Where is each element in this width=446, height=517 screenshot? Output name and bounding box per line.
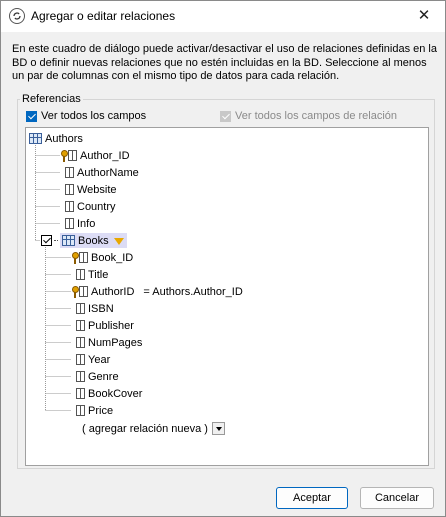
field-authorid[interactable]: AuthorID = Authors.Author_ID	[72, 284, 243, 299]
close-button[interactable]: ✕	[407, 3, 441, 29]
field-icon	[76, 388, 85, 399]
field-icon	[76, 337, 85, 348]
tree-node-books[interactable]: Books	[41, 233, 127, 248]
books-relation-checkbox[interactable]	[41, 235, 52, 246]
field-website[interactable]: Website	[61, 182, 117, 197]
table-icon	[29, 133, 42, 144]
field-label: ISBN	[88, 302, 114, 315]
show-all-fields-check-icon[interactable]	[26, 110, 37, 122]
field-bookcover[interactable]: BookCover	[72, 386, 142, 401]
field-label: Book_ID	[91, 251, 134, 264]
field-info[interactable]: Info	[61, 216, 95, 231]
field-genre[interactable]: Genre	[72, 369, 119, 384]
key-icon	[61, 149, 68, 162]
field-icon	[76, 405, 85, 416]
relation-expression: = Authors.Author_ID	[143, 285, 243, 298]
show-all-fields-checkbox[interactable]: Ver todos los campos	[26, 110, 146, 122]
key-icon	[72, 251, 79, 264]
field-label: Genre	[88, 370, 119, 383]
field-label: Year	[88, 353, 111, 366]
field-isbn[interactable]: ISBN	[72, 301, 114, 316]
field-label: AuthorID	[91, 285, 135, 298]
references-group-label: Referencias	[20, 93, 83, 105]
field-icon	[76, 320, 85, 331]
title-bar: Agregar o editar relaciones ✕	[1, 1, 445, 32]
show-all-fields-label: Ver todos los campos	[41, 110, 147, 122]
field-icon	[65, 167, 74, 178]
show-all-relation-fields-checkbox: Ver todos los campos de relación	[220, 110, 397, 122]
field-year[interactable]: Year	[72, 352, 110, 367]
show-all-relation-fields-label: Ver todos los campos de relación	[235, 110, 398, 122]
field-label: Title	[88, 268, 109, 281]
field-icon	[76, 371, 85, 382]
field-authorname[interactable]: AuthorName	[61, 165, 139, 180]
window-title: Agregar o editar relaciones	[31, 9, 176, 23]
field-label: Country	[77, 200, 116, 213]
field-label: Info	[77, 217, 96, 230]
dialog-window: Agregar o editar relaciones ✕ En este cu…	[0, 0, 446, 517]
table-icon	[62, 235, 75, 246]
key-icon	[72, 285, 79, 298]
tree-node-books-label: Books	[78, 234, 109, 247]
field-icon	[79, 286, 88, 297]
field-icon	[65, 201, 74, 212]
add-relation-label[interactable]: ( agregar relación nueva )	[82, 423, 208, 435]
field-label: Website	[77, 183, 117, 196]
tree-node-authors[interactable]: Authors	[29, 131, 83, 146]
field-label: NumPages	[88, 336, 143, 349]
field-icon	[76, 303, 85, 314]
field-book-id[interactable]: Book_ID	[72, 250, 133, 265]
relations-app-icon	[9, 8, 25, 24]
field-icon	[79, 252, 88, 263]
books-node-highlight: Books	[60, 233, 127, 248]
field-numpages[interactable]: NumPages	[72, 335, 142, 350]
add-relation-row[interactable]: ( agregar relación nueva )	[82, 422, 225, 435]
field-icon	[65, 184, 74, 195]
field-title[interactable]: Title	[72, 267, 108, 282]
field-icon	[68, 150, 77, 161]
cancel-button[interactable]: Cancelar	[360, 487, 434, 509]
field-author-id[interactable]: Author_ID	[61, 148, 130, 163]
add-relation-dropdown-button[interactable]	[211, 422, 225, 435]
field-icon	[65, 218, 74, 229]
field-icon	[76, 354, 85, 365]
field-country[interactable]: Country	[61, 199, 116, 214]
field-label: Author_ID	[80, 149, 130, 162]
field-label: Price	[88, 404, 114, 417]
accept-button[interactable]: Aceptar	[276, 487, 348, 509]
show-all-relation-fields-check-icon	[220, 110, 231, 122]
field-label: AuthorName	[77, 166, 139, 179]
dialog-description: En este cuadro de diálogo puede activar/…	[12, 43, 437, 82]
tree-node-authors-label: Authors	[45, 132, 83, 145]
field-icon	[76, 269, 85, 280]
field-label: BookCover	[88, 387, 143, 400]
field-label: Publisher	[88, 319, 134, 332]
relation-arrow-icon	[54, 239, 58, 242]
relations-tree[interactable]: Authors Author_ID AuthorName Website Cou…	[25, 127, 429, 466]
filter-icon[interactable]	[113, 238, 124, 245]
field-publisher[interactable]: Publisher	[72, 318, 134, 333]
field-price[interactable]: Price	[72, 403, 113, 418]
